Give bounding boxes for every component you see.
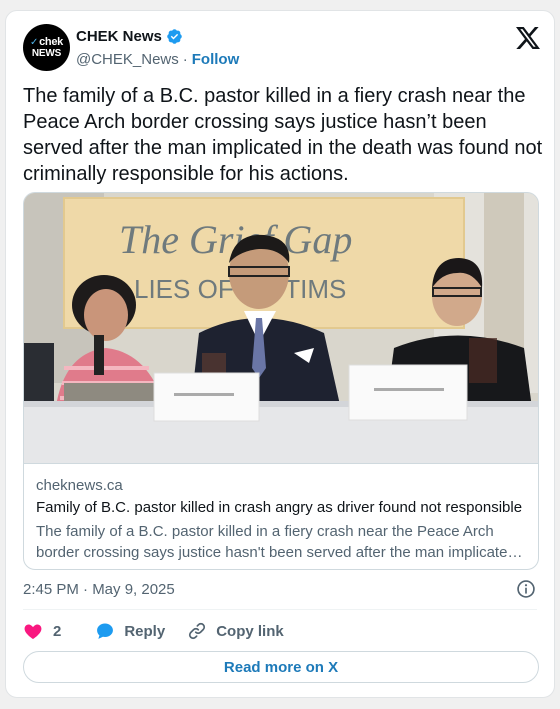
checkmark-logo-icon: ✓ <box>30 36 39 48</box>
reply-label: Reply <box>124 622 166 640</box>
link-title: Family of B.C. pastor killed in crash an… <box>36 499 523 516</box>
author-display-name[interactable]: CHEK News <box>76 28 162 45</box>
news-photo-icon: The Grief Gap LIES OF VICTIMS <box>24 193 538 463</box>
divider <box>23 609 537 610</box>
author-handle-row: @CHEK_News · Follow <box>76 51 239 68</box>
tweet-text: The family of a B.C. pastor killed in a … <box>23 85 543 185</box>
like-button[interactable]: 2 <box>23 621 61 641</box>
avatar-text-news: NEWS <box>31 47 62 59</box>
avatar-text-chek: chek <box>39 35 63 48</box>
heart-icon <box>24 624 42 639</box>
reply-button[interactable]: Reply <box>95 621 165 641</box>
link-preview-card[interactable]: The Grief Gap LIES OF VICTIMS cheknews.c… <box>23 192 539 570</box>
action-bar: 2 Reply Copy link <box>23 620 284 642</box>
info-icon[interactable] <box>516 579 536 599</box>
author-name-row: CHEK News <box>76 28 183 45</box>
read-more-button[interactable]: Read more on X <box>23 651 539 683</box>
follow-button[interactable]: Follow <box>192 51 240 68</box>
link-domain: cheknews.ca <box>36 477 123 494</box>
verified-badge-icon <box>167 29 182 44</box>
link-preview-image: The Grief Gap LIES OF VICTIMS <box>24 193 538 464</box>
avatar[interactable]: ✓chek NEWS <box>23 24 70 71</box>
author-handle[interactable]: @CHEK_News <box>76 51 179 68</box>
link-icon <box>189 622 206 640</box>
copy-link-button[interactable]: Copy link <box>187 621 284 641</box>
separator-dot: · <box>182 51 188 68</box>
copy-link-label: Copy link <box>216 622 284 640</box>
x-logo-icon[interactable] <box>516 27 540 49</box>
reply-bubble-icon <box>97 623 114 639</box>
tweet-timestamp[interactable]: 2:45 PM · May 9, 2025 <box>23 581 175 598</box>
tweet-embed-card: ✓chek NEWS CHEK News @CHEK_News · Follow T… <box>5 10 555 698</box>
link-description: The family of a B.C. pastor killed in a … <box>36 523 516 561</box>
like-count: 2 <box>53 622 62 640</box>
